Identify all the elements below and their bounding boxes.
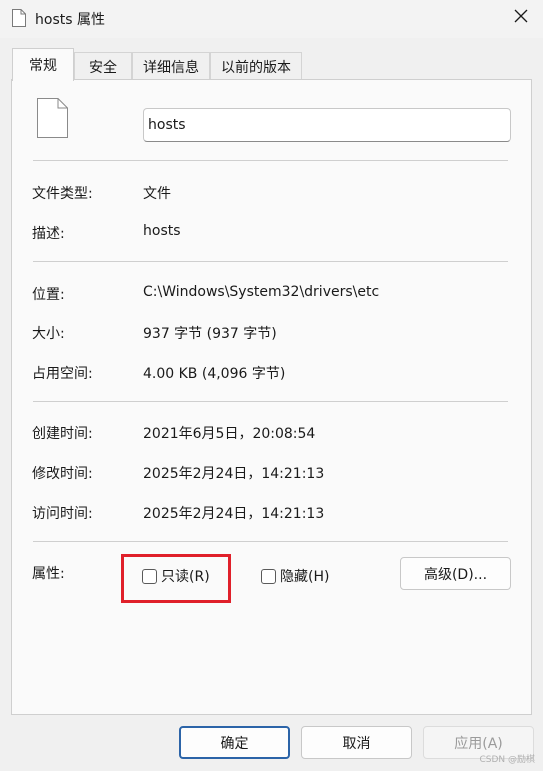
cancel-button[interactable]: 取消	[301, 726, 412, 759]
disk-size-value: 4.00 KB (4,096 字节)	[143, 366, 286, 382]
location-value: C:\Windows\System32\drivers\etc	[143, 284, 380, 300]
divider	[33, 261, 508, 262]
modified-label: 修改时间:	[32, 466, 93, 482]
size-label: 大小:	[32, 326, 65, 342]
highlight-box	[121, 554, 231, 603]
divider	[33, 160, 508, 161]
modified-value: 2025年2月24日，14:21:13	[143, 466, 325, 482]
hidden-checkbox[interactable]: 隐藏(H)	[261, 566, 329, 586]
window-title: hosts 属性	[35, 12, 105, 28]
general-panel	[11, 79, 532, 715]
watermark: CSDN @励棋	[479, 755, 535, 765]
tab-details[interactable]: 详细信息	[132, 52, 210, 80]
file-icon	[37, 98, 68, 142]
file-type-label: 文件类型:	[32, 186, 93, 202]
accessed-label: 访问时间:	[32, 506, 93, 522]
hidden-label: 隐藏(H)	[280, 569, 330, 585]
created-label: 创建时间:	[32, 426, 93, 442]
file-name-input[interactable]	[143, 108, 511, 142]
file-type-value: 文件	[143, 186, 171, 202]
attributes-label: 属性:	[32, 566, 65, 582]
disk-size-label: 占用空间:	[32, 366, 93, 382]
accessed-value: 2025年2月24日，14:21:13	[143, 506, 325, 522]
divider	[33, 401, 508, 402]
tab-security[interactable]: 安全	[74, 52, 132, 80]
close-button[interactable]	[499, 0, 543, 36]
size-value: 937 字节 (937 字节)	[143, 326, 277, 342]
tab-general[interactable]: 常规	[12, 48, 74, 81]
created-value: 2021年6月5日，20:08:54	[143, 426, 316, 442]
location-label: 位置:	[32, 287, 65, 303]
checkbox-box[interactable]	[261, 568, 276, 584]
document-icon	[12, 9, 26, 31]
close-icon	[514, 9, 528, 27]
description-value: hosts	[143, 223, 181, 239]
tab-previous-versions[interactable]: 以前的版本	[210, 52, 302, 80]
divider	[33, 541, 508, 542]
title-bar: hosts 属性	[0, 0, 543, 38]
ok-button[interactable]: 确定	[179, 726, 290, 759]
advanced-button[interactable]: 高级(D)...	[400, 557, 511, 590]
description-label: 描述:	[32, 226, 65, 242]
